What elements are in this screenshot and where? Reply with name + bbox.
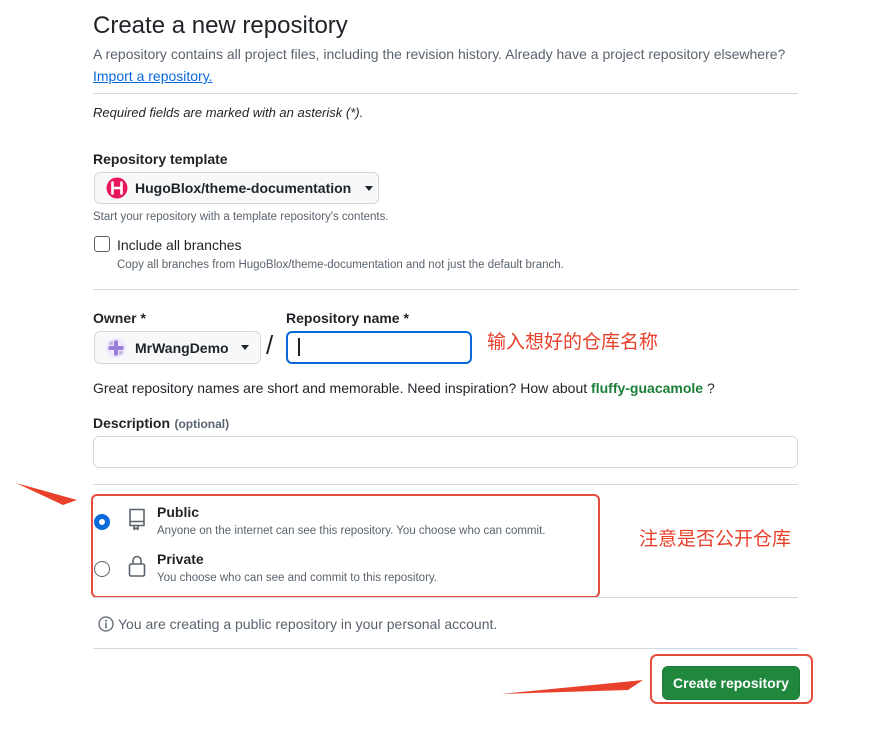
description-label-text: Description [93, 415, 171, 431]
template-dropdown[interactable]: HugoBlox/theme-documentation [94, 172, 379, 204]
divider [93, 597, 798, 598]
description-input[interactable] [93, 436, 798, 468]
hugoblox-logo-icon [106, 177, 128, 199]
public-repo-info: You are creating a public repository in … [118, 616, 498, 632]
repo-name-label: Repository name * [286, 310, 409, 326]
page-subtitle: A repository contains all project files,… [93, 46, 786, 62]
info-icon [98, 616, 114, 632]
chevron-down-icon [240, 345, 249, 350]
include-all-branches-label: Include all branches [117, 237, 242, 253]
chevron-down-icon [365, 185, 374, 191]
required-fields-note: Required fields are marked with an aster… [93, 105, 364, 120]
template-selected: HugoBlox/theme-documentation [135, 180, 352, 196]
template-note: Start your repository with a template re… [93, 211, 389, 223]
name-suggestion-suffix: ? [706, 380, 715, 396]
visibility-annotation: 注意是否公开仓库 [639, 528, 792, 550]
name-suggestion: Great repository names are short and mem… [93, 380, 715, 396]
template-label: Repository template [93, 151, 228, 167]
divider [93, 648, 798, 649]
owner-label: Owner * [93, 310, 146, 326]
owner-dropdown[interactable]: MrWangDemo [94, 331, 261, 364]
include-all-branches-checkbox[interactable] [94, 236, 110, 252]
name-suggestion-link[interactable]: fluffy-guacamole [591, 380, 703, 396]
repo-name-annotation: 输入想好的仓库名称 [487, 331, 659, 353]
owner-avatar-icon [106, 337, 126, 358]
repo-name-input[interactable] [286, 331, 472, 364]
arrow-to-create-button [501, 680, 643, 694]
create-button-highlight-box [650, 654, 813, 704]
divider [93, 484, 798, 485]
visibility-highlight-box [91, 494, 600, 598]
name-suggestion-text: Great repository names are short and mem… [93, 380, 588, 396]
divider [93, 93, 798, 94]
owner-selected: MrWangDemo [135, 339, 229, 356]
include-all-branches-note: Copy all branches from HugoBlox/theme-do… [117, 259, 564, 271]
owner-repo-separator: / [266, 330, 274, 360]
description-label: Description (optional) [93, 415, 229, 433]
description-optional: (optional) [174, 417, 230, 431]
page-title: Create a new repository [93, 12, 348, 39]
text-cursor [298, 338, 300, 356]
import-repository-link[interactable]: Import a repository. [93, 68, 213, 84]
arrow-to-public-radio [16, 483, 77, 505]
divider [93, 289, 798, 290]
